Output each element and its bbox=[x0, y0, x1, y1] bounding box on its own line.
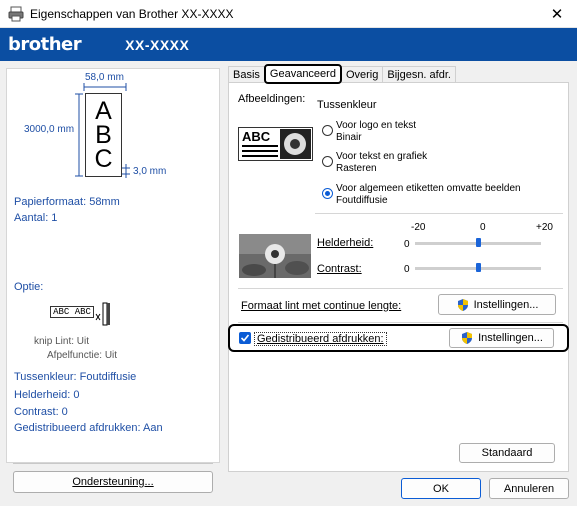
radio-error-diffusion-label: Voor algemeen etiketten omvatte beelden bbox=[336, 183, 521, 194]
option-sample: ABC ABC bbox=[50, 306, 94, 318]
model-name: XX-XXXX bbox=[125, 36, 190, 53]
option-summary: Optie: bbox=[14, 281, 44, 293]
radio-binary[interactable] bbox=[322, 125, 333, 136]
continuous-length-label: Formaat lint met continue lengte: bbox=[241, 300, 402, 312]
preview-letter: B bbox=[95, 121, 112, 149]
margin-arrow-icon bbox=[122, 164, 130, 178]
cut-tape-summary: knip Lint: Uit bbox=[34, 336, 90, 347]
radio-dither[interactable] bbox=[322, 156, 333, 167]
sample-photo bbox=[239, 234, 311, 278]
continuous-settings-button[interactable]: Instellingen... bbox=[438, 294, 556, 315]
scale-max: +20 bbox=[536, 222, 553, 233]
paper-format-summary: Papierformaat: 58mm bbox=[14, 196, 120, 208]
distributed-summary: Gedistribueerd afdrukken: Aan bbox=[14, 422, 163, 434]
checkmark-icon bbox=[240, 334, 250, 342]
preview-letter: C bbox=[94, 145, 113, 173]
contrast-value: 0 bbox=[404, 264, 410, 275]
brightness-slider-thumb[interactable] bbox=[476, 238, 481, 247]
distributed-label: Gedistribueerd afdrukken: bbox=[254, 332, 387, 346]
flower-icon bbox=[280, 129, 311, 159]
sample-text: ABC bbox=[242, 129, 271, 144]
length-dimension: 3000,0 mm bbox=[24, 124, 75, 135]
radio-dither-label: Voor tekst en grafiek bbox=[336, 151, 428, 162]
width-dimension: 58,0 mm bbox=[85, 72, 124, 83]
brightness-summary: Helderheid: 0 bbox=[14, 389, 80, 401]
contrast-slider-thumb[interactable] bbox=[476, 263, 481, 272]
contrast-label: Contrast: bbox=[317, 263, 362, 275]
tab-geavanceerd[interactable]: Geavanceerd bbox=[263, 64, 342, 84]
brand-bar: brother XX-XXXX bbox=[0, 28, 577, 61]
support-separator bbox=[13, 463, 213, 464]
shield-icon bbox=[457, 298, 468, 311]
title-bar: Eigenschappen van Brother XX-XXXX ✕ bbox=[0, 0, 577, 28]
ok-button[interactable]: OK bbox=[401, 478, 481, 499]
distributed-settings-button[interactable]: Instellingen... bbox=[449, 328, 554, 348]
radio-error-diffusion[interactable] bbox=[322, 188, 333, 199]
count-summary: Aantal: 1 bbox=[14, 212, 58, 224]
brightness-value: 0 bbox=[404, 239, 410, 250]
halftone-summary: Tussenkleur: Foutdiffusie bbox=[14, 371, 137, 383]
advanced-panel: Afbeeldingen: Tussenkleur ABC Voor logo … bbox=[228, 82, 569, 472]
summary-pane: 58,0 mm 3000,0 mm A B C 3,0 mm Papierfor… bbox=[6, 68, 220, 463]
support-button[interactable]: Ondersteuning... bbox=[13, 471, 213, 493]
margin-dimension: 3,0 mm bbox=[133, 166, 167, 177]
radio-error-diffusion-sub: Foutdiffusie bbox=[336, 195, 388, 206]
window-title: Eigenschappen van Brother XX-XXXX bbox=[30, 6, 234, 21]
distributed-checkbox[interactable] bbox=[239, 332, 251, 344]
images-heading: Afbeeldingen: bbox=[238, 93, 306, 105]
radio-dither-sub: Rasteren bbox=[336, 163, 377, 174]
cutter-icon bbox=[95, 302, 110, 326]
brightness-label: Helderheid: bbox=[317, 237, 374, 249]
default-button[interactable]: Standaard bbox=[459, 443, 555, 463]
length-arrow-icon bbox=[75, 93, 83, 177]
halftone-heading: Tussenkleur bbox=[317, 99, 377, 111]
cancel-button[interactable]: Annuleren bbox=[489, 478, 569, 499]
scale-mid: 0 bbox=[480, 222, 486, 233]
printer-icon bbox=[8, 6, 24, 21]
scale-min: -20 bbox=[411, 222, 426, 233]
peel-function-summary: Afpelfunctie: Uit bbox=[47, 350, 118, 361]
label-preview: A B C bbox=[85, 93, 122, 177]
brand-logo: brother bbox=[8, 34, 82, 55]
radio-binary-sub: Binair bbox=[336, 132, 362, 143]
radio-binary-label: Voor logo en tekst bbox=[336, 120, 417, 131]
halftone-sample-image: ABC bbox=[238, 127, 313, 161]
close-icon[interactable]: ✕ bbox=[537, 0, 577, 28]
contrast-summary: Contrast: 0 bbox=[14, 406, 68, 418]
shield-icon bbox=[462, 332, 473, 344]
preview-letter: A bbox=[95, 97, 112, 125]
width-arrow-icon bbox=[83, 83, 127, 91]
tab-strip: Basis Geavanceerd Overig Bijgesn. afdr. bbox=[228, 64, 456, 84]
